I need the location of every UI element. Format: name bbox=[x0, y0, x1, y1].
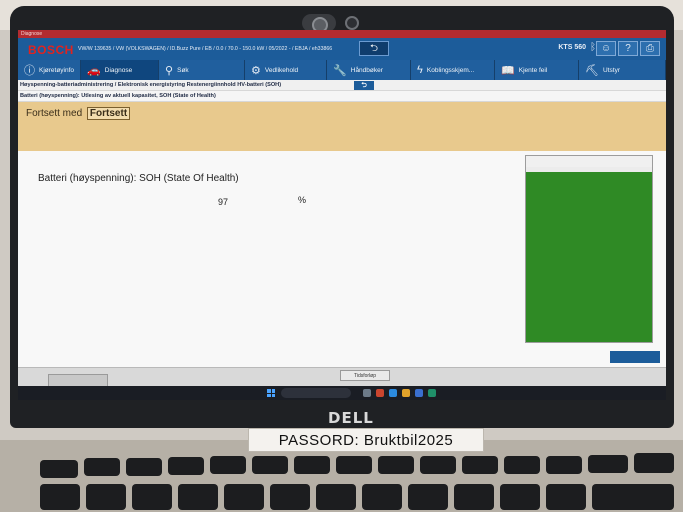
taskbar-app-icon[interactable] bbox=[376, 389, 384, 397]
bosch-logo: BOSCH bbox=[28, 43, 74, 57]
nav-item-known-faults[interactable]: 📖 Kjente feil bbox=[495, 60, 580, 80]
nav-item-manuals[interactable]: 🔧 Håndbøker bbox=[327, 60, 412, 80]
nav-item-equipment[interactable]: ⛏ Utstyr bbox=[579, 60, 666, 80]
back-arrow-button[interactable]: ⮌ bbox=[359, 41, 389, 56]
device-name: KTS 560 bbox=[558, 44, 586, 51]
car-icon: 🚗 bbox=[87, 64, 101, 77]
gear-icon: ⚙ bbox=[251, 64, 261, 77]
key-f5 bbox=[252, 456, 288, 474]
wrench-icon: 🔧 bbox=[333, 64, 347, 77]
nav-item-maintenance[interactable]: ⚙ Vedlikehold bbox=[245, 60, 328, 80]
page-subtitle: Batteri (høyspenning): Utlesing av aktue… bbox=[18, 91, 666, 102]
key-row2 bbox=[454, 484, 494, 510]
key-backspace bbox=[592, 484, 674, 510]
key-f7 bbox=[336, 456, 372, 474]
main-nav: ⓘ Kjøretøyinfo 🚗 Diagnose ⚲ Søk ⚙ Vedlik… bbox=[18, 60, 666, 80]
measurement-value: 97 bbox=[218, 197, 229, 207]
lightning-icon: ϟ bbox=[417, 64, 423, 76]
password-sticker: PASSORD: Bruktbil2025 bbox=[248, 428, 484, 452]
taskbar-app-icon[interactable] bbox=[402, 389, 410, 397]
key-power bbox=[634, 453, 674, 473]
help-icon[interactable]: ? bbox=[618, 41, 638, 56]
key-delete bbox=[588, 455, 628, 473]
prompt-text: Fortsett med Fortsett bbox=[26, 107, 131, 120]
breadcrumb: Høyspenning-batteriadministrering / Elek… bbox=[18, 80, 666, 91]
key-f6 bbox=[294, 456, 330, 474]
key-f8 bbox=[378, 456, 414, 474]
app-header: BOSCH VW/W 139635 / VW (VOLKSWAGEN) / ID… bbox=[18, 38, 666, 60]
soh-bar-gauge bbox=[525, 155, 653, 343]
taskbar-search[interactable] bbox=[281, 388, 351, 398]
key-row2 bbox=[408, 484, 448, 510]
back-arrow-small-button[interactable]: ⮌ bbox=[354, 81, 374, 90]
key-f9 bbox=[420, 456, 456, 474]
subtitle-text: Batteri (høyspenning): Utlesing av aktue… bbox=[20, 93, 216, 99]
key-f10 bbox=[462, 456, 498, 474]
sensor-icon bbox=[345, 16, 359, 30]
window-titlebar: Diagnose bbox=[18, 30, 666, 38]
key-f1 bbox=[84, 458, 120, 476]
windows-start-icon[interactable] bbox=[267, 389, 275, 397]
key-row2 bbox=[270, 484, 310, 510]
nav-item-label: Utstyr bbox=[603, 66, 620, 74]
windows-taskbar bbox=[18, 386, 666, 400]
nav-item-label: Koblingsskjem... bbox=[426, 66, 475, 74]
laptop-bezel: Diagnose BOSCH VW/W 139635 / VW (VOLKSWA… bbox=[10, 6, 674, 428]
info-icon: ⓘ bbox=[24, 65, 35, 77]
measurement-label: Batteri (høyspenning): SOH (State Of Hea… bbox=[38, 173, 239, 184]
key-f12 bbox=[546, 456, 582, 474]
measurement-unit: % bbox=[298, 195, 307, 205]
prompt-panel: Fortsett med Fortsett bbox=[18, 102, 666, 151]
key-row2 bbox=[40, 484, 80, 510]
dell-logo: DELL bbox=[328, 409, 374, 427]
taskbar-app-icon[interactable] bbox=[415, 389, 423, 397]
key-row2 bbox=[500, 484, 540, 510]
status-bar: Tidsforløp bbox=[18, 367, 666, 387]
key-esc bbox=[40, 460, 78, 478]
key-row2 bbox=[316, 484, 356, 510]
taskbar-app-icon[interactable] bbox=[389, 389, 397, 397]
continue-button[interactable]: Fortsett bbox=[86, 107, 131, 120]
nav-item-vehicle-info[interactable]: ⓘ Kjøretøyinfo bbox=[18, 60, 82, 80]
sticker-text: PASSORD: Bruktbil2025 bbox=[278, 432, 454, 449]
book-icon: 📖 bbox=[501, 64, 515, 77]
nav-item-label: Søk bbox=[177, 66, 189, 74]
key-f4 bbox=[210, 456, 246, 474]
window-title: Diagnose bbox=[21, 31, 43, 37]
key-row2 bbox=[546, 484, 586, 510]
time-course-tab[interactable]: Tidsforløp bbox=[340, 370, 390, 381]
breadcrumb-text: Høyspenning-batteriadministrering / Elek… bbox=[20, 82, 282, 88]
key-f3 bbox=[168, 457, 204, 475]
soh-bar-track bbox=[526, 167, 652, 342]
print-icon[interactable]: ⎙ bbox=[640, 41, 660, 56]
nav-item-label: Håndbøker bbox=[350, 66, 383, 74]
nav-item-diagnose[interactable]: 🚗 Diagnose bbox=[81, 60, 160, 80]
nav-item-search[interactable]: ⚲ Søk bbox=[159, 60, 246, 80]
user-icon[interactable]: ☺ bbox=[596, 41, 616, 56]
prompt-label: Fortsett med bbox=[26, 108, 83, 119]
key-f11 bbox=[504, 456, 540, 474]
key-row2 bbox=[86, 484, 126, 510]
tool-icon: ⛏ bbox=[585, 64, 600, 77]
nav-item-label: Kjente feil bbox=[518, 66, 548, 74]
key-row2 bbox=[132, 484, 172, 510]
taskbar-app-icon[interactable] bbox=[363, 389, 371, 397]
vehicle-info: VW/W 139635 / VW (VOLKSWAGEN) / ID.Buzz … bbox=[78, 46, 333, 52]
search-icon: ⚲ bbox=[165, 64, 174, 77]
screen: Diagnose BOSCH VW/W 139635 / VW (VOLKSWA… bbox=[18, 30, 666, 400]
key-row2 bbox=[224, 484, 264, 510]
nav-item-label: Diagnose bbox=[104, 66, 133, 74]
nav-item-label: Kjøretøyinfo bbox=[39, 66, 75, 74]
taskbar-app-icon[interactable] bbox=[428, 389, 436, 397]
next-button[interactable] bbox=[610, 351, 660, 363]
measurement-panel: Batteri (høyspenning): SOH (State Of Hea… bbox=[18, 151, 666, 367]
nav-item-label: Vedlikehold bbox=[264, 66, 299, 74]
key-f2 bbox=[126, 458, 162, 476]
key-row2 bbox=[362, 484, 402, 510]
key-row2 bbox=[178, 484, 218, 510]
nav-item-wiring[interactable]: ϟ Koblingsskjem... bbox=[411, 60, 496, 80]
soh-bar-fill bbox=[526, 172, 652, 342]
